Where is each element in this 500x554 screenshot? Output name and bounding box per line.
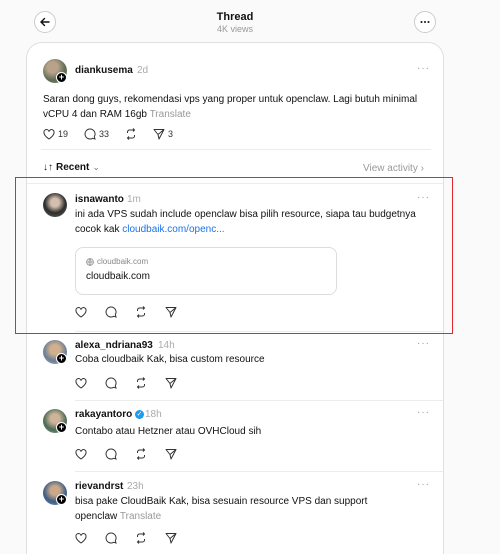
reply-link[interactable]: cloudbaik.com/openc... [122,224,224,235]
reply-text-content: bisa pake CloudBaik Kak, bisa sesuain re… [75,496,368,522]
avatar[interactable] [43,193,67,217]
verified-badge-icon: ✓ [135,409,145,419]
send-icon[interactable] [165,532,177,544]
heart-icon[interactable] [75,448,87,460]
heart-icon [43,128,55,140]
reply-actions [75,448,177,460]
translate-link[interactable]: Translate [150,109,191,120]
divider [75,331,443,332]
more-options-button[interactable] [414,11,436,33]
top-bar: Thread 4K views [0,0,500,42]
view-activity-link[interactable]: View activity › [363,163,424,174]
reply-text: ini ada VPS sudah include openclaw bisa … [75,207,425,237]
reply-button[interactable]: 33 [84,128,109,140]
post-text: Saran dong guys, rekomendasi vps yang pr… [43,92,433,122]
chevron-right-icon: › [420,163,424,174]
preview-title: cloudbaik.com [86,271,150,282]
reply-actions [75,532,177,544]
send-icon[interactable] [165,448,177,460]
translate-link[interactable]: Translate [120,511,161,522]
comment-icon [84,128,96,140]
repost-icon[interactable] [135,377,147,389]
sort-label: Recent [56,162,90,173]
chevron-down-icon: ⌄ [92,162,100,172]
reply-time: 23h [127,481,144,492]
reply-time: 1m [127,194,141,205]
post-username[interactable]: diankusema [75,65,133,76]
reply-menu-icon[interactable]: ··· [417,338,430,349]
view-activity-label: View activity [363,163,418,174]
follow-plus-icon[interactable]: + [56,494,67,505]
follow-plus-icon[interactable]: + [56,72,67,83]
post-text-content: Saran dong guys, rekomendasi vps yang pr… [43,94,418,120]
reply-text: bisa pake CloudBaik Kak, bisa sesuain re… [75,494,385,524]
repost-button[interactable] [125,128,137,140]
repost-icon[interactable] [135,448,147,460]
reply-username-text: rakayantoro [75,409,133,420]
sort-dropdown[interactable]: ↓↑ Recent ⌄ [43,162,100,173]
reply-username[interactable]: isnawanto [75,194,124,205]
divider [75,471,443,472]
send-icon[interactable] [165,306,177,318]
heart-icon[interactable] [75,306,87,318]
like-button[interactable]: 19 [43,128,69,140]
comment-icon[interactable] [105,306,117,318]
divider [27,183,443,184]
preview-domain-text: cloudbaik.com [97,257,149,266]
reply-username[interactable]: rievandrst [75,481,123,492]
send-icon[interactable] [165,377,177,389]
post-actions: 19 33 3 [43,128,173,140]
repost-icon[interactable] [135,532,147,544]
reply-time: 14h [158,340,175,351]
globe-icon [86,257,94,266]
reply-menu-icon[interactable]: ··· [417,479,430,490]
page-title: Thread [216,11,254,23]
reply-count: 33 [99,129,110,139]
reply-time: 18h [145,409,162,420]
send-icon [153,128,165,140]
repost-icon[interactable] [135,306,147,318]
link-preview-card[interactable]: cloudbaik.com cloudbaik.com [75,247,337,295]
more-horizontal-icon [420,20,430,24]
sort-arrows-icon: ↓↑ [43,162,53,173]
view-count: 4K views [216,24,253,34]
reply-actions [75,306,177,318]
reply-menu-icon[interactable]: ··· [417,192,430,203]
divider [41,149,431,150]
heart-icon[interactable] [75,377,87,389]
follow-plus-icon[interactable]: + [56,353,67,364]
follow-plus-icon[interactable]: + [56,422,67,433]
share-count: 3 [168,129,174,139]
reply-menu-icon[interactable]: ··· [417,407,430,418]
reply-username[interactable]: alexa_ndriana93 [75,340,153,351]
share-button[interactable]: 3 [153,128,173,140]
comment-icon[interactable] [105,377,117,389]
repost-icon [125,128,137,140]
comment-icon[interactable] [105,532,117,544]
like-count: 19 [58,129,69,139]
post-menu-icon[interactable]: ··· [417,63,430,74]
heart-icon[interactable] [75,532,87,544]
thread-card: + diankusema 2d ··· Saran dong guys, rek… [26,42,444,554]
divider [75,400,443,401]
reply-actions [75,377,177,389]
post-time: 2d [137,65,149,76]
reply-text: Coba cloudbaik Kak, bisa custom resource [75,354,265,365]
comment-icon[interactable] [105,448,117,460]
reply-username[interactable]: rakayantoro ✓ [75,409,145,420]
preview-domain: cloudbaik.com [86,257,148,266]
reply-text: Contabo atau Hetzner atau OVHCloud sih [75,426,262,437]
